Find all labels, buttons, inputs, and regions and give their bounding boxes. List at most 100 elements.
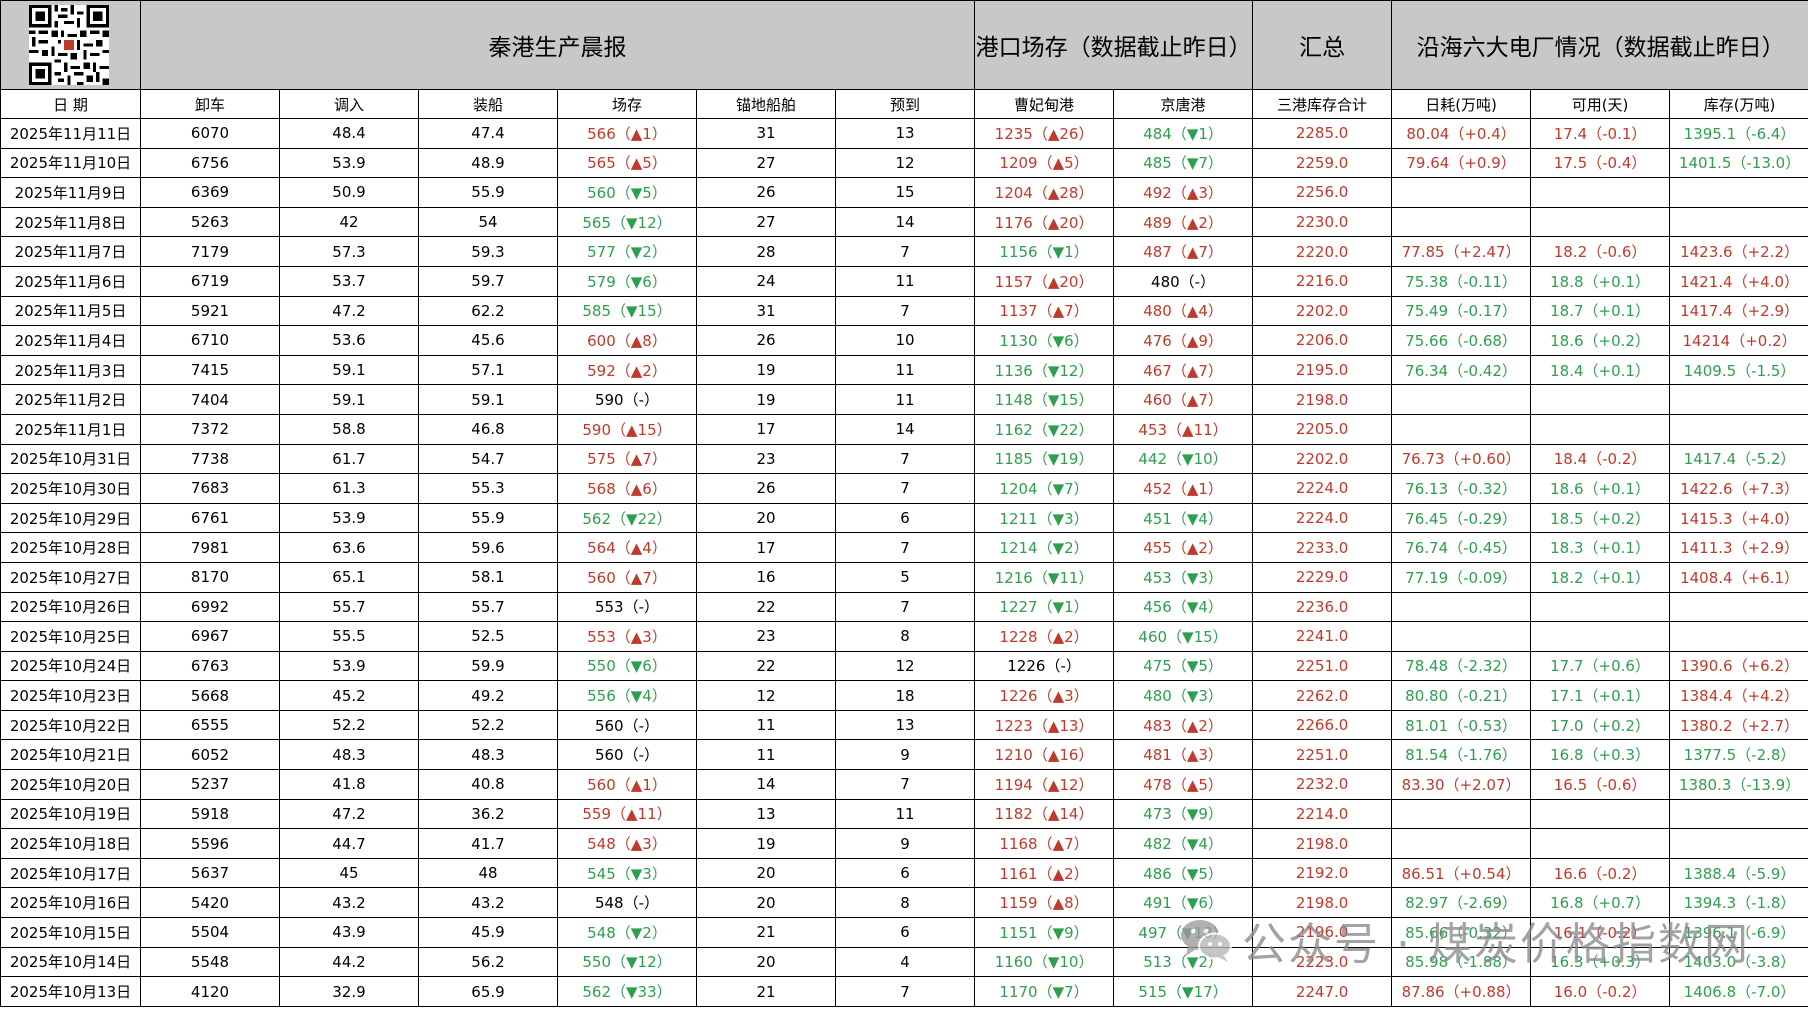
table-cell: 11: [834, 354, 976, 386]
table-cell: [1530, 413, 1671, 445]
table-cell: 2025年11月3日: [0, 354, 141, 386]
table-cell: 53.6: [279, 325, 419, 356]
table-cell: 47.4: [418, 118, 558, 149]
table-cell: 76.74（-0.45）: [1391, 532, 1532, 563]
table-cell: 7404: [140, 384, 280, 415]
table-cell: 57.1: [418, 354, 558, 386]
table-cell: 559（▲11）: [557, 798, 697, 830]
table-cell: 476（▲9）: [1113, 325, 1254, 356]
table-cell: 59.6: [418, 532, 558, 563]
table-cell: 85.66（-0.32）: [1391, 917, 1532, 948]
table-cell: 14: [696, 769, 836, 800]
table-row: 2025年11月3日 7415 59.1 57.1 592（▲2） 19 11 1136（▼1…: [0, 354, 1808, 386]
table-cell: 592（▲2）: [557, 354, 697, 386]
table-cell: 13: [834, 709, 976, 741]
qr-cell: [0, 0, 141, 90]
summary-title: 汇总: [1252, 0, 1393, 90]
table-cell: 480（-）: [1113, 265, 1254, 297]
table-cell: 1384.4（+4.2）: [1669, 680, 1808, 711]
table-cell: 65.1: [279, 561, 419, 593]
table-cell: 65.9: [418, 976, 558, 1007]
table-cell: 482（▼4）: [1113, 828, 1254, 859]
table-cell: 75.66（-0.68）: [1391, 325, 1532, 356]
table-cell: 17.7（+0.6）: [1530, 650, 1671, 682]
table-cell: 2232.0: [1252, 769, 1393, 800]
table-cell: 2025年11月8日: [0, 206, 141, 238]
table-cell: 1130（▼6）: [974, 325, 1115, 356]
table-cell: 548（-）: [557, 887, 697, 919]
table-cell: 560（▲7）: [557, 561, 697, 593]
table-cell: 5: [834, 561, 976, 593]
table-row: 2025年10月23日 5668 45.2 49.2 556（▼4） 12 18 1226（▲…: [0, 680, 1808, 711]
table-cell: 7738: [140, 443, 280, 475]
table-row: 2025年10月30日 7683 61.3 55.3 568（▲6） 26 7 1204（▼7…: [0, 473, 1808, 504]
table-cell: 87.86（+0.88）: [1391, 976, 1532, 1007]
table-cell: 2195.0: [1252, 354, 1393, 386]
table-cell: [1391, 591, 1532, 623]
table-cell: 2236.0: [1252, 591, 1393, 623]
table-cell: 6710: [140, 325, 280, 356]
table-cell: 21: [696, 917, 836, 948]
column-header: 场存: [557, 89, 697, 119]
table-cell: 2025年11月6日: [0, 265, 141, 297]
table-cell: 1151（▼9）: [974, 917, 1115, 948]
table-row: 2025年11月7日 7179 57.3 59.3 577（▼2） 28 7 1156（▼1）…: [0, 236, 1808, 267]
table-cell: 1377.5（-2.8）: [1669, 739, 1808, 771]
table-cell: 14214（+0.2）: [1669, 325, 1808, 356]
table-cell: 48.3: [279, 739, 419, 771]
column-header: 日耗(万吨): [1391, 89, 1532, 119]
table-cell: 1401.5（-13.0）: [1669, 147, 1808, 179]
table-cell: 75.38（-0.11）: [1391, 265, 1532, 297]
table-cell: 6: [834, 917, 976, 948]
table-cell: 57.3: [279, 236, 419, 267]
table-cell: 1216（▼11）: [974, 561, 1115, 593]
table-cell: 2233.0: [1252, 532, 1393, 563]
table-cell: 2216.0: [1252, 265, 1393, 297]
table-cell: 44.2: [279, 946, 419, 978]
table-cell: 20: [696, 946, 836, 978]
table-cell: 6992: [140, 591, 280, 623]
table-cell: [1391, 413, 1532, 445]
table-cell: 1160（▼10）: [974, 946, 1115, 978]
table-cell: [1391, 621, 1532, 652]
table-cell: 53.7: [279, 265, 419, 297]
table-cell: 1162（▼22）: [974, 413, 1115, 445]
table-cell: 1388.4（-5.9）: [1669, 857, 1808, 889]
table-cell: 1137（▲7）: [974, 295, 1115, 327]
table-row: 2025年11月8日 5263 42 54 565（▼12） 27 14 1176（▲20） 4…: [0, 206, 1808, 238]
table-cell: 59.1: [418, 384, 558, 415]
table-cell: 2025年10月22日: [0, 709, 141, 741]
table-cell: 20: [696, 857, 836, 889]
table-cell: 560（-）: [557, 709, 697, 741]
table-cell: 2025年11月11日: [0, 118, 141, 149]
table-cell: 55.7: [418, 591, 558, 623]
table-cell: 1395.1（-6.4）: [1669, 118, 1808, 149]
table-cell: 2025年11月1日: [0, 413, 141, 445]
table-cell: 18.6（+0.2）: [1530, 325, 1671, 356]
table-cell: 590（▲15）: [557, 413, 697, 445]
table-cell: 553（▲3）: [557, 621, 697, 652]
table-cell: 14: [834, 206, 976, 238]
table-cell: 5637: [140, 857, 280, 889]
table-cell: 2025年10月28日: [0, 532, 141, 563]
column-header: 预到: [834, 89, 976, 119]
table-cell: 485（▼7）: [1113, 147, 1254, 179]
table-cell: 579（▼6）: [557, 265, 697, 297]
table-cell: 16.0（-0.2）: [1530, 976, 1671, 1007]
table-cell: 53.9: [279, 650, 419, 682]
qr-code-icon: [29, 5, 109, 85]
column-header: 三港库存合计: [1252, 89, 1393, 119]
table-cell: [1669, 206, 1808, 238]
morning-report-sheet: 秦港生产晨报 港口场存（数据截止昨日） 汇总 沿海六大电厂情况（数据截止昨日） …: [0, 0, 1808, 1022]
table-cell: 467（▲7）: [1113, 354, 1254, 386]
table-cell: 2025年10月25日: [0, 621, 141, 652]
table-cell: 6761: [140, 502, 280, 534]
table-cell: 1185（▼19）: [974, 443, 1115, 475]
table-cell: [1530, 798, 1671, 830]
table-cell: 2223.0: [1252, 946, 1393, 978]
table-cell: 45.6: [418, 325, 558, 356]
table-cell: 53.9: [279, 502, 419, 534]
table-cell: 1228（▲2）: [974, 621, 1115, 652]
table-cell: [1391, 206, 1532, 238]
table-cell: 18.3（+0.1）: [1530, 532, 1671, 563]
